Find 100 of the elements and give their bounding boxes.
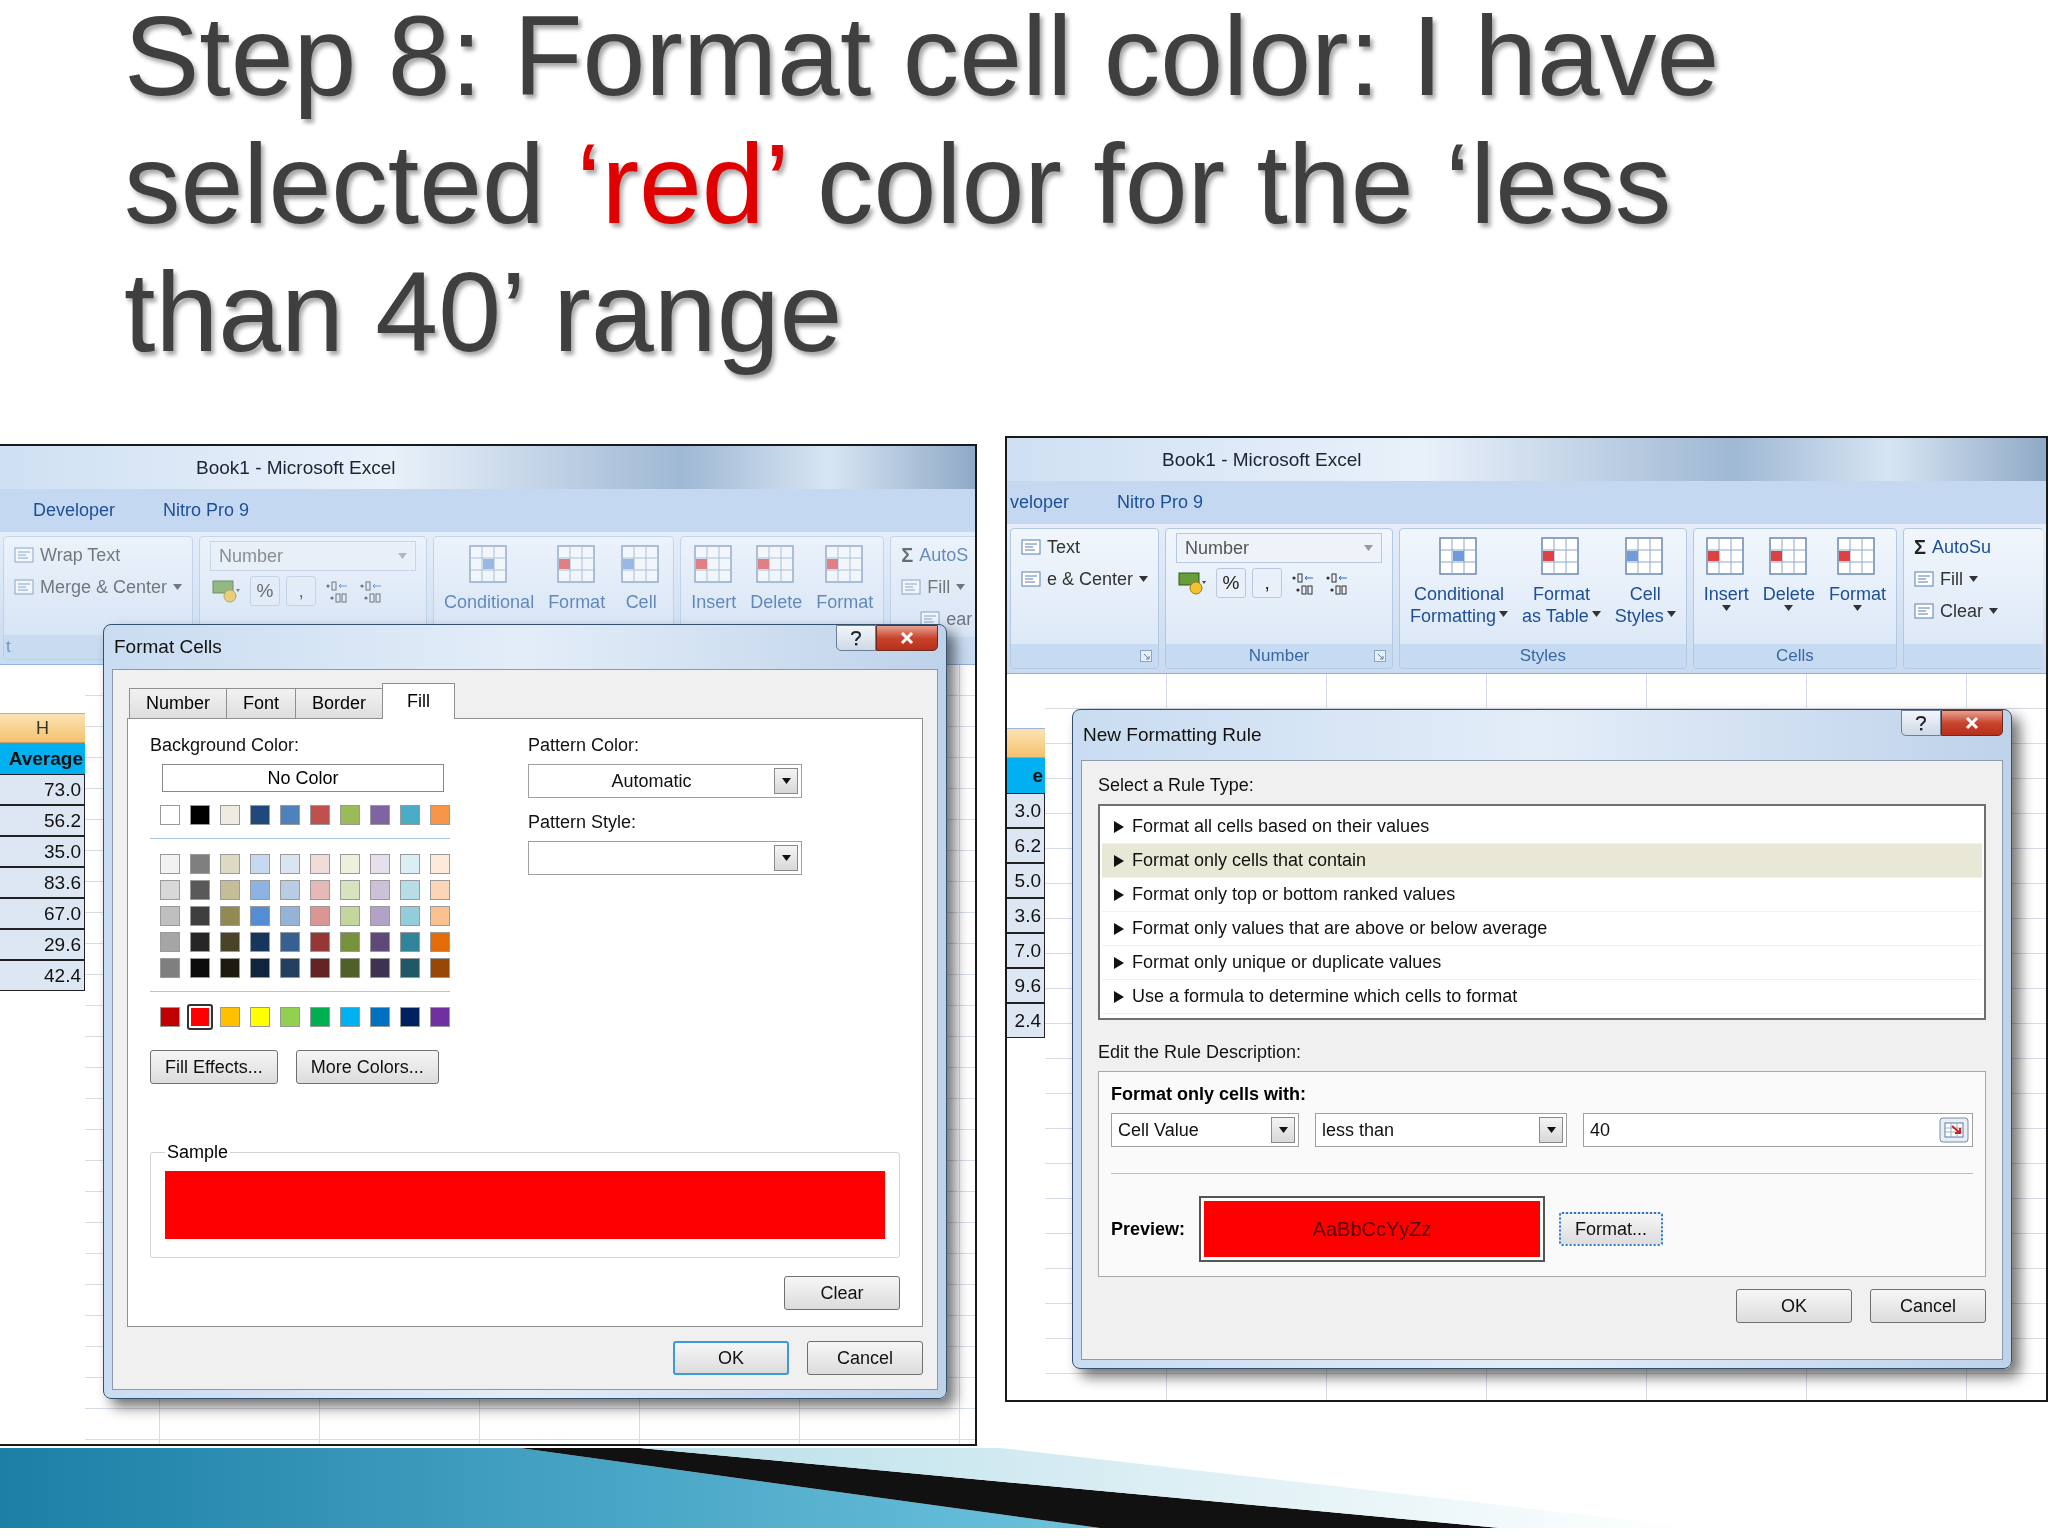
ribbon-button[interactable]: Fill [1913, 565, 2033, 593]
help-button[interactable] [836, 625, 876, 651]
value-field[interactable]: 40 [1583, 1113, 1973, 1147]
color-swatch[interactable] [310, 958, 330, 978]
color-swatch[interactable] [340, 932, 360, 952]
color-swatch[interactable] [310, 805, 330, 825]
color-swatch[interactable] [220, 805, 240, 825]
color-swatch[interactable] [370, 958, 390, 978]
color-swatch[interactable] [400, 1007, 420, 1027]
ribbon-button[interactable]: Format as Table [1522, 535, 1601, 627]
color-swatch[interactable] [310, 1007, 330, 1027]
autosum-button[interactable]: Σ AutoSu [1913, 533, 2033, 561]
color-swatch[interactable] [250, 880, 270, 900]
color-swatch[interactable] [370, 932, 390, 952]
color-swatch[interactable] [160, 906, 180, 926]
color-swatch[interactable] [430, 906, 450, 926]
color-swatch[interactable] [340, 880, 360, 900]
color-swatch[interactable] [250, 932, 270, 952]
color-swatch[interactable] [400, 854, 420, 874]
color-swatch[interactable] [280, 805, 300, 825]
color-swatch[interactable] [430, 854, 450, 874]
color-swatch[interactable] [220, 906, 240, 926]
color-swatch[interactable] [280, 880, 300, 900]
clear-button[interactable]: Clear [784, 1276, 900, 1310]
list-item[interactable]: Format only unique or duplicate values [1102, 946, 1982, 980]
launcher-icon[interactable] [1140, 650, 1153, 662]
color-swatch[interactable] [280, 854, 300, 874]
condition-dropdown[interactable]: less than [1315, 1113, 1567, 1147]
number-format-dropdown[interactable]: Number [1176, 533, 1383, 563]
color-swatch[interactable] [250, 1007, 270, 1027]
color-swatch[interactable] [220, 958, 240, 978]
ribbon-tab[interactable]: Developer [33, 500, 116, 521]
color-swatch[interactable] [190, 906, 210, 926]
ribbon-tab[interactable]: veloper [1010, 492, 1070, 513]
list-item[interactable]: Use a formula to determine which cells to format [1102, 980, 1982, 1014]
color-swatch[interactable] [220, 854, 240, 874]
color-swatch[interactable] [340, 958, 360, 978]
list-item[interactable]: Format only top or bottom ranked values [1102, 878, 1982, 912]
color-swatch[interactable] [250, 906, 270, 926]
ribbon-button[interactable]: Delete [1762, 535, 1815, 611]
color-swatch[interactable] [220, 1007, 240, 1027]
dropdown-button[interactable] [1539, 1117, 1563, 1143]
color-swatch[interactable] [280, 906, 300, 926]
color-swatch[interactable] [280, 932, 300, 952]
ribbon-button[interactable]: Conditional Formatting [1410, 535, 1509, 627]
color-swatch[interactable] [280, 1007, 300, 1027]
color-swatch[interactable] [280, 958, 300, 978]
ribbon-button[interactable]: Clear [1913, 597, 2033, 625]
cancel-button[interactable]: Cancel [807, 1341, 923, 1375]
ribbon-button[interactable]: Format [1828, 535, 1886, 611]
pattern-color-dropdown[interactable]: Automatic [528, 764, 802, 798]
dialog-button[interactable]: More Colors... [295, 1050, 439, 1084]
color-swatch[interactable] [160, 805, 180, 825]
color-swatch[interactable] [400, 932, 420, 952]
color-swatch[interactable] [190, 805, 210, 825]
format-button[interactable]: Format... [1559, 1212, 1664, 1246]
color-swatch[interactable] [430, 805, 450, 825]
ribbon-button[interactable]: e & Center [1021, 565, 1149, 593]
format-button[interactable]: % [1216, 568, 1247, 598]
color-swatch[interactable] [340, 854, 360, 874]
close-button[interactable] [876, 625, 938, 651]
color-swatch[interactable] [370, 1007, 390, 1027]
ribbon-tab[interactable]: Nitro Pro 9 [1117, 492, 1204, 513]
color-swatch[interactable] [400, 880, 420, 900]
help-button[interactable] [1901, 710, 1941, 736]
color-swatch[interactable] [400, 906, 420, 926]
ribbon-button[interactable]: Cell Styles [1614, 535, 1676, 627]
color-swatch[interactable] [370, 805, 390, 825]
color-swatch[interactable] [340, 805, 360, 825]
launcher-icon[interactable] [1374, 650, 1387, 662]
color-swatch[interactable] [430, 1007, 450, 1027]
no-color-button[interactable]: No Color [162, 764, 444, 792]
close-button[interactable] [1941, 710, 2003, 736]
color-swatch[interactable] [220, 932, 240, 952]
tab[interactable]: Border [295, 688, 384, 718]
list-item[interactable]: Format only cells that contain [1102, 844, 1982, 878]
dialog-button[interactable]: Fill Effects... [150, 1050, 278, 1084]
color-swatch[interactable] [187, 1004, 213, 1030]
color-swatch[interactable] [430, 932, 450, 952]
color-swatch[interactable] [160, 1007, 180, 1027]
tab[interactable]: Fill [382, 683, 456, 719]
color-swatch[interactable] [190, 958, 210, 978]
color-swatch[interactable] [190, 854, 210, 874]
ok-button[interactable]: OK [673, 1341, 789, 1375]
color-swatch[interactable] [310, 854, 330, 874]
color-swatch[interactable] [400, 805, 420, 825]
color-swatch[interactable] [160, 854, 180, 874]
color-swatch[interactable] [250, 854, 270, 874]
color-swatch[interactable] [370, 854, 390, 874]
format-button[interactable]: , [1252, 568, 1283, 598]
ribbon-tab[interactable]: Nitro Pro 9 [163, 500, 250, 521]
dropdown-button[interactable] [1271, 1117, 1295, 1143]
ribbon-button[interactable]: Insert [1703, 535, 1749, 611]
tab[interactable]: Font [226, 688, 297, 718]
color-swatch[interactable] [430, 880, 450, 900]
color-swatch[interactable] [220, 880, 240, 900]
color-swatch[interactable] [160, 932, 180, 952]
ok-button[interactable]: OK [1736, 1289, 1852, 1323]
color-swatch[interactable] [250, 805, 270, 825]
color-swatch[interactable] [310, 906, 330, 926]
